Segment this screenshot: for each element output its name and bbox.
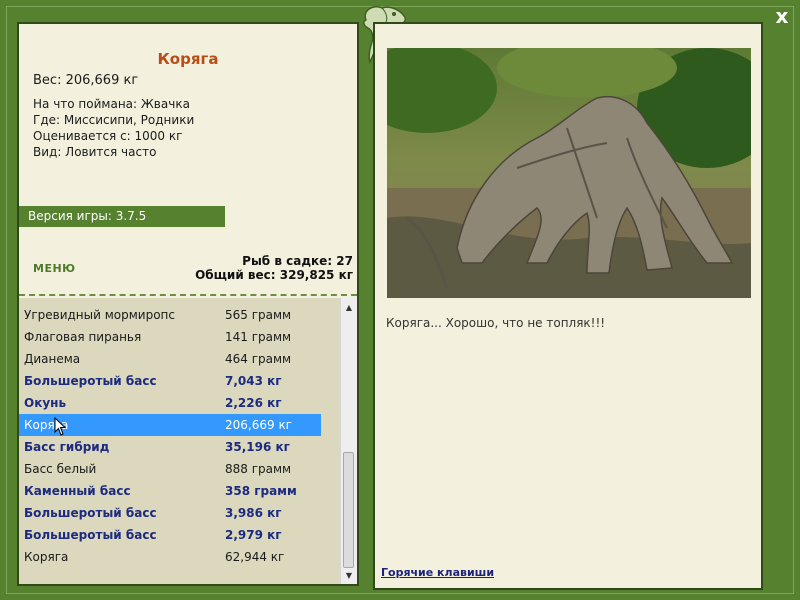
catch-item-weight: 62,944 кг (225, 550, 285, 564)
left-panel: Коряга Вес: 206,669 кг На что поймана: Ж… (17, 22, 359, 586)
catch-list-row[interactable]: Дианема 464 грамм (19, 348, 321, 370)
catch-item-name: Дианема (24, 352, 81, 366)
valued-from-label: Оценивается с: 1000 кг (33, 129, 183, 143)
driftwood-photo (387, 48, 751, 298)
fish-title: Коряга (157, 50, 219, 68)
catch-list-row[interactable]: Окунь 2,226 кг (19, 392, 321, 414)
scroll-down-icon[interactable]: ▼ (341, 568, 357, 584)
catch-item-weight: 2,226 кг (225, 396, 282, 410)
catch-item-name: Басс белый (24, 462, 97, 476)
fish-details: На что поймана: Жвачка Где: Миссисипи, Р… (33, 96, 194, 160)
catch-item-name: Большеротый басс (24, 528, 157, 542)
catch-item-name: Коряга (24, 550, 69, 564)
catch-stats: Рыб в садке: 27 Общий вес: 329,825 кг (195, 254, 353, 282)
catch-list-row[interactable]: Коряга 206,669 кг (19, 414, 321, 436)
catch-list-row[interactable]: Флаговая пиранья 141 грамм (19, 326, 321, 348)
scroll-up-icon[interactable]: ▲ (341, 300, 357, 316)
right-panel: Коряга... Хорошо, что не топляк!!! Горяч… (373, 22, 763, 590)
scrollbar[interactable]: ▲ ▼ (340, 298, 357, 584)
catch-item-weight: 888 грамм (225, 462, 292, 476)
catch-item-weight: 464 грамм (225, 352, 292, 366)
catch-item-name: Флаговая пиранья (24, 330, 142, 344)
kind-label: Вид: Ловится часто (33, 145, 157, 159)
catch-list-row[interactable]: Большеротый басс 3,986 кг (19, 502, 321, 524)
catch-item-weight: 7,043 кг (225, 374, 282, 388)
catch-list-row[interactable]: Большеротый басс 2,979 кг (19, 524, 321, 546)
catch-item-weight: 358 грамм (225, 484, 297, 498)
catch-list-row[interactable]: Басс гибрид 35,196 кг (19, 436, 321, 458)
catch-item-name: Большеротый басс (24, 374, 157, 388)
photo-caption: Коряга... Хорошо, что не топляк!!! (386, 316, 606, 330)
scroll-thumb[interactable] (343, 452, 354, 568)
caught-on-label: На что поймана: Жвачка (33, 97, 190, 111)
catch-item-name: Басс гибрид (24, 440, 110, 454)
catch-list-row[interactable]: Каменный басс 358 грамм (19, 480, 321, 502)
catch-item-weight: 35,196 кг (225, 440, 290, 454)
catch-list-row[interactable]: Угревидный мормиропс 565 грамм (19, 304, 321, 326)
catch-list-row[interactable]: Коряга 62,944 кг (19, 546, 321, 568)
catch-list-area: Угревидный мормиропс 565 грамм Флаговая пи… (19, 298, 357, 584)
catch-item-name: Коряга (24, 418, 69, 432)
catch-item-weight: 2,979 кг (225, 528, 282, 542)
catch-item-name: Большеротый басс (24, 506, 157, 520)
catch-item-name: Окунь (24, 396, 67, 410)
catch-item-name: Каменный басс (24, 484, 131, 498)
catch-item-weight: 206,669 кг (225, 418, 292, 432)
close-button[interactable]: x (772, 6, 792, 26)
catch-item-name: Угревидный мормиропс (24, 308, 175, 322)
menu-button[interactable]: МЕНЮ (33, 262, 76, 275)
catch-list: Угревидный мормиропс 565 грамм Флаговая пи… (19, 304, 321, 568)
location-label: Где: Миссисипи, Родники (33, 113, 195, 127)
dashed-divider (19, 294, 357, 296)
catch-item-weight: 3,986 кг (225, 506, 282, 520)
version-bar: Версия игры: 3.7.5 (19, 206, 225, 227)
catch-item-weight: 565 грамм (225, 308, 292, 322)
fish-weight: Вес: 206,669 кг (33, 73, 139, 88)
total-weight: Общий вес: 329,825 кг (195, 268, 353, 282)
catch-item-weight: 141 грамм (225, 330, 292, 344)
catch-list-row[interactable]: Большеротый басс 7,043 кг (19, 370, 321, 392)
catch-list-row[interactable]: Басс белый 888 грамм (19, 458, 321, 480)
hotkeys-link[interactable]: Горячие клавиши (381, 566, 494, 579)
fish-count: Рыб в садке: 27 (242, 254, 353, 268)
